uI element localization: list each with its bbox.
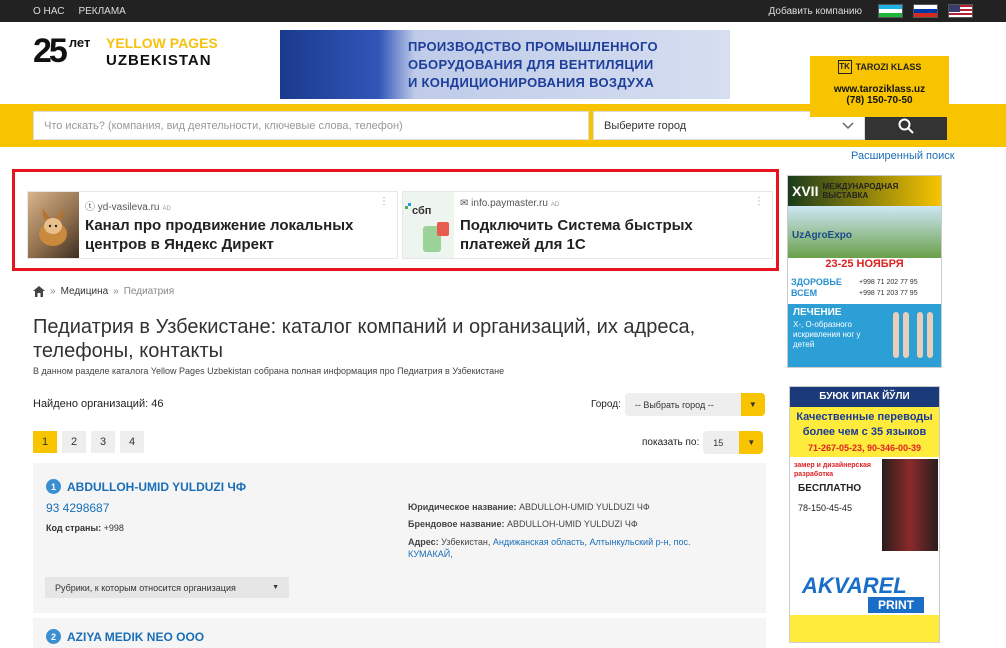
- ad-source: info.paymaster.ru: [471, 198, 548, 209]
- per-page: показать по: 15 ▼: [642, 431, 764, 454]
- tarozi-ad[interactable]: TK TAROZI KLASS www.taroziklass.uz (78) 1…: [810, 56, 949, 117]
- add-company-link[interactable]: Добавить компанию: [769, 6, 862, 17]
- chevron-down-icon: ▼: [740, 393, 765, 416]
- company-number: 2: [46, 629, 61, 644]
- found-count: Найдено организаций: 46: [33, 398, 164, 410]
- company-card: 1 ABDULLOH-UMID YULDUZI ЧФ 93 4298687 Код…: [33, 463, 766, 613]
- company-number: 1: [46, 479, 61, 494]
- pagination: 1 2 3 4: [33, 431, 144, 453]
- mail-icon: ✉: [460, 198, 472, 209]
- more-icon[interactable]: ⋮: [754, 196, 764, 207]
- company-card: 2 AZIYA MEDIK NEO OOO: [33, 618, 766, 648]
- chevron-down-icon: ▼: [739, 431, 764, 454]
- company-name-link[interactable]: ABDULLOH-UMID YULDUZI ЧФ: [67, 480, 246, 494]
- page-button[interactable]: 3: [91, 431, 115, 453]
- curtain-image: [882, 459, 938, 551]
- ad-card[interactable]: ⓣ yd-vasileva.ru AD Канал про продвижение…: [27, 191, 398, 259]
- page-lead: В данном разделе каталога Yellow Pages U…: [33, 366, 505, 376]
- svg-text:сбп: сбп: [412, 205, 431, 217]
- breadcrumb-current: Педиатрия: [123, 286, 175, 297]
- dog-image: [39, 208, 67, 246]
- city-filter: Город: -- Выбрать город -- ▼: [591, 393, 765, 416]
- city-filter-select[interactable]: -- Выбрать город -- ▼: [624, 393, 765, 416]
- ad-image: [28, 192, 79, 258]
- legs-image: [893, 312, 933, 358]
- header: 25 лет YELLOW PAGES UZBEKISTAN ПРОИЗВОДС…: [0, 22, 1006, 117]
- top-bar: О НАС РЕКЛАМА Добавить компанию: [0, 0, 1006, 22]
- brand-name: Брендовое название: ABDULLOH-UMID YULDUZ…: [408, 519, 638, 529]
- ads-link[interactable]: РЕКЛАМА: [78, 6, 125, 17]
- globe-icon: ⓣ: [85, 202, 98, 213]
- page-title: Педиатрия в Узбекистане: каталог компани…: [33, 316, 696, 362]
- sbp-logo-image: сбп: [405, 203, 449, 252]
- breadcrumb-section[interactable]: Медицина: [61, 286, 109, 297]
- top-banner-ad[interactable]: ПРОИЗВОДСТВО ПРОМЫШЛЕННОГО ОБОРУДОВАНИЯ …: [280, 30, 730, 99]
- flag-uz-icon[interactable]: [878, 4, 903, 18]
- company-address: Адрес: Узбекистан, Андижанская область, …: [408, 537, 691, 559]
- country-code: Код страны: +998: [46, 523, 124, 533]
- ad-card[interactable]: сбп ✉ info.paymaster.ru AD Подключить Сис…: [402, 191, 773, 259]
- search-icon: [898, 118, 914, 134]
- page-button[interactable]: 2: [62, 431, 86, 453]
- side-ad-print[interactable]: БУЮК ИПАК ЙЎЛИ Качественные переводы бол…: [789, 386, 940, 643]
- tarozi-logo-icon: TK: [837, 60, 852, 74]
- chevron-down-icon: [842, 121, 854, 129]
- ad-title[interactable]: Канал про продвижение локальных центров …: [85, 216, 385, 254]
- logo[interactable]: 25 лет YELLOW PAGES UZBEKISTAN: [33, 34, 218, 69]
- company-name-link[interactable]: AZIYA MEDIK NEO OOO: [67, 630, 204, 644]
- page-button[interactable]: 4: [120, 431, 144, 453]
- per-page-select[interactable]: 15 ▼: [703, 431, 764, 454]
- ad-source: yd-vasileva.ru: [97, 202, 160, 213]
- breadcrumb: » Медицина » Педиатрия: [33, 286, 174, 297]
- advanced-search-link[interactable]: Расширенный поиск: [851, 150, 955, 162]
- side-ad-expo[interactable]: XVII МЕЖДУНАРОДНАЯ ВЫСТАВКА UzAgroExpo 2…: [787, 175, 942, 368]
- about-link[interactable]: О НАС: [33, 6, 64, 17]
- legal-name: Юридическое название: ABDULLOH-UMID YULD…: [408, 502, 650, 512]
- ad-block: ⓣ yd-vasileva.ru AD Канал про продвижение…: [12, 169, 779, 271]
- more-icon[interactable]: ⋮: [379, 196, 389, 207]
- rubrics-dropdown[interactable]: Рубрики, к которым относится организация…: [45, 577, 289, 598]
- search-input[interactable]: Что искать? (компания, вид деятельности,…: [33, 111, 589, 140]
- caret-down-icon: ▼: [272, 584, 279, 591]
- flag-en-icon[interactable]: [948, 4, 973, 18]
- ad-title[interactable]: Подключить Система быстрых платежей для …: [460, 216, 760, 254]
- company-phone[interactable]: 93 4298687: [46, 501, 109, 515]
- page-button[interactable]: 1: [33, 431, 57, 453]
- ad-image: сбп: [403, 192, 454, 258]
- home-icon[interactable]: [33, 286, 45, 297]
- flag-ru-icon[interactable]: [913, 4, 938, 18]
